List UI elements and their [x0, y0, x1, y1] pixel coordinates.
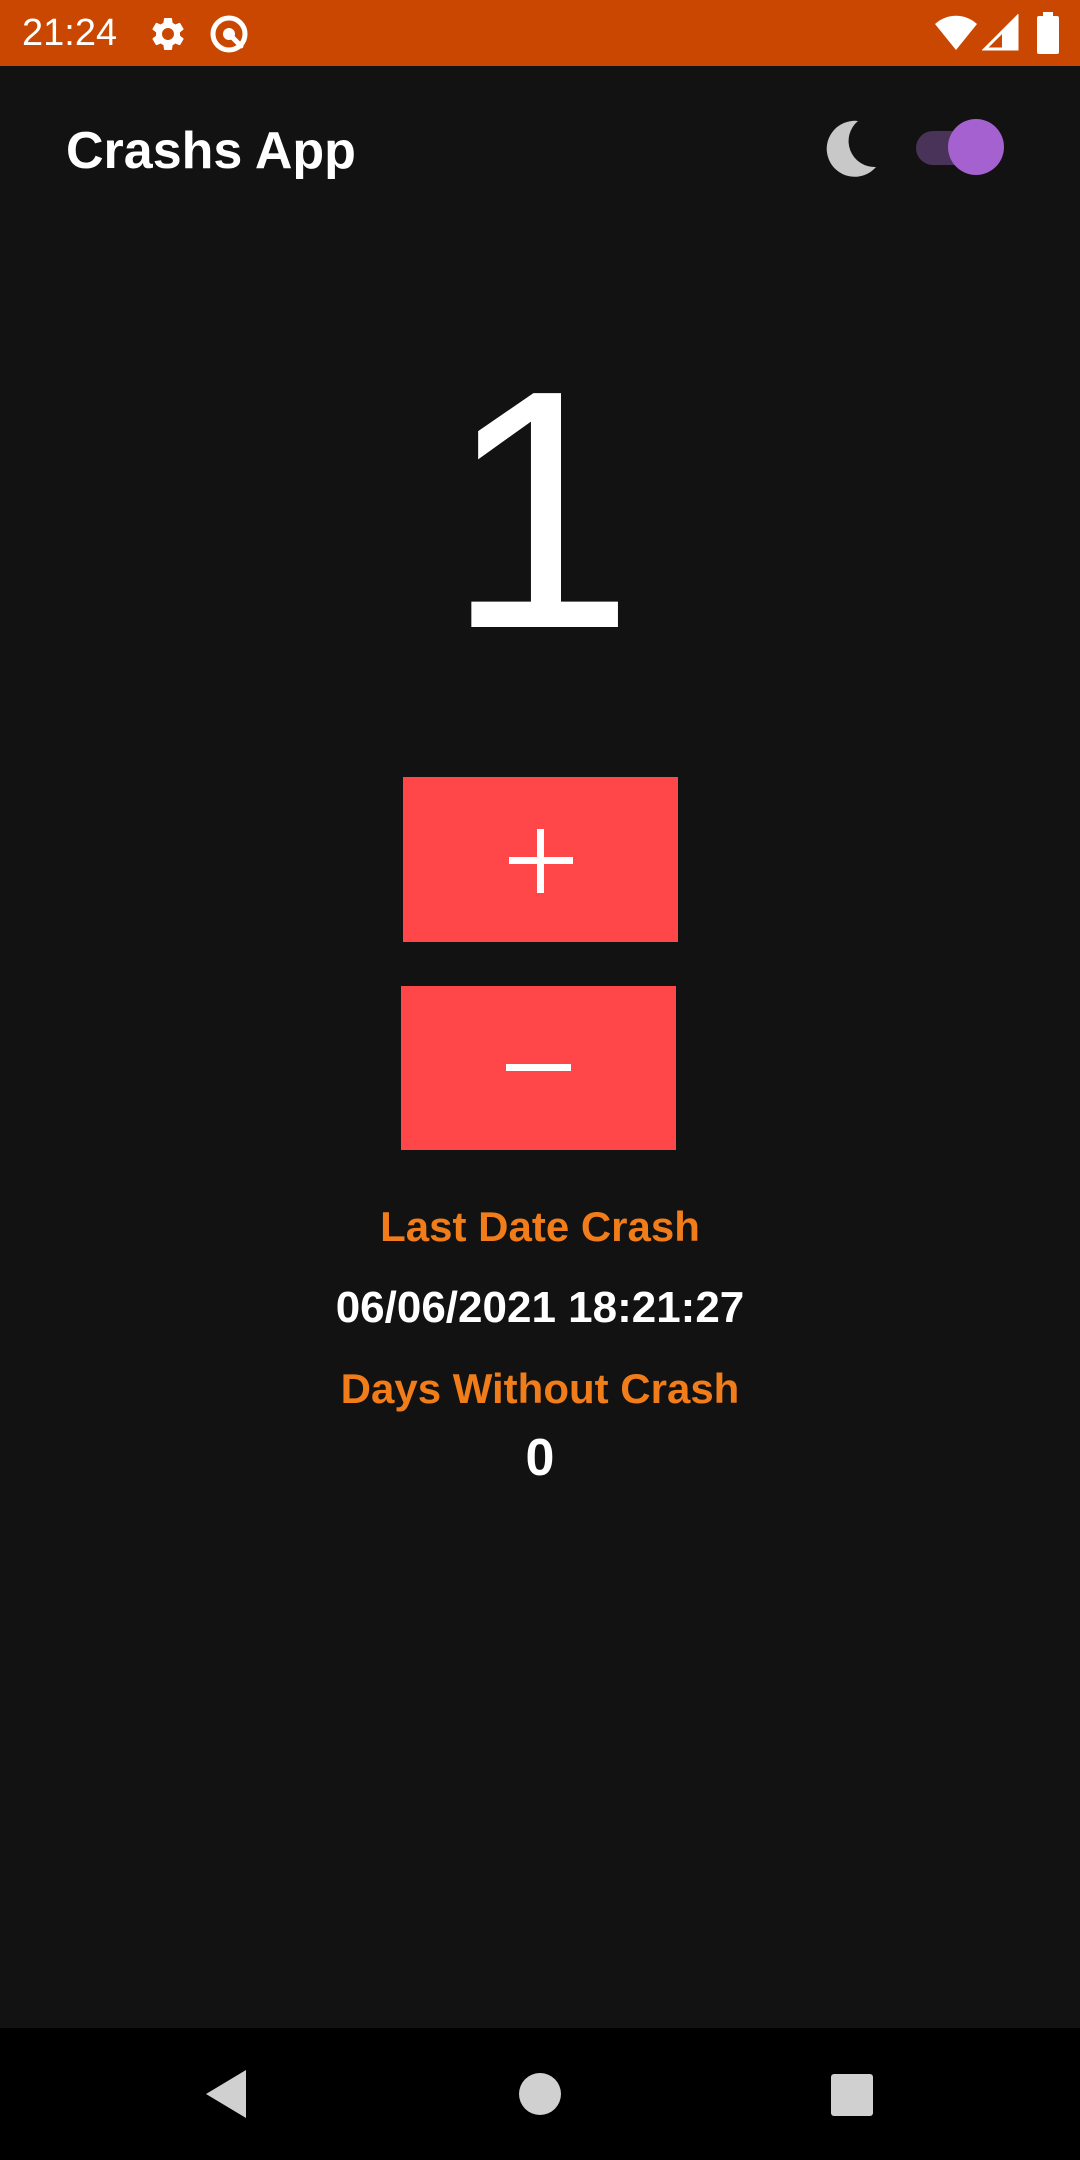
last-date-label: Last Date Crash	[380, 1203, 700, 1250]
recents-icon	[831, 2074, 873, 2116]
back-icon	[206, 2070, 246, 2118]
toggle-thumb	[948, 119, 1004, 175]
app-title: Crashs App	[66, 122, 356, 180]
dark-mode-toggle[interactable]	[910, 117, 1008, 177]
status-time: 21:24	[22, 12, 118, 54]
home-button[interactable]	[480, 2028, 600, 2160]
vpn-key-icon	[208, 13, 250, 55]
crash-counter: 1	[445, 320, 635, 700]
status-bar: 21:24	[0, 0, 1080, 66]
navigation-bar	[0, 2028, 1080, 2160]
plus-icon	[509, 829, 573, 893]
decrement-button[interactable]	[401, 986, 676, 1150]
minus-icon	[506, 1064, 571, 1071]
recents-button[interactable]	[791, 2028, 911, 2160]
days-without-crash-value: 0	[525, 1429, 555, 1487]
moon-icon	[818, 117, 882, 181]
cell-signal-icon	[982, 14, 1020, 52]
settings-icon	[148, 14, 188, 54]
wifi-icon	[934, 14, 978, 52]
days-without-crash-label: Days Without Crash	[340, 1365, 740, 1412]
increment-button[interactable]	[403, 777, 678, 942]
home-icon	[519, 2073, 561, 2115]
back-button[interactable]	[166, 2028, 286, 2160]
battery-icon	[1036, 12, 1060, 54]
last-date-value: 06/06/2021 18:21:27	[335, 1283, 745, 1332]
